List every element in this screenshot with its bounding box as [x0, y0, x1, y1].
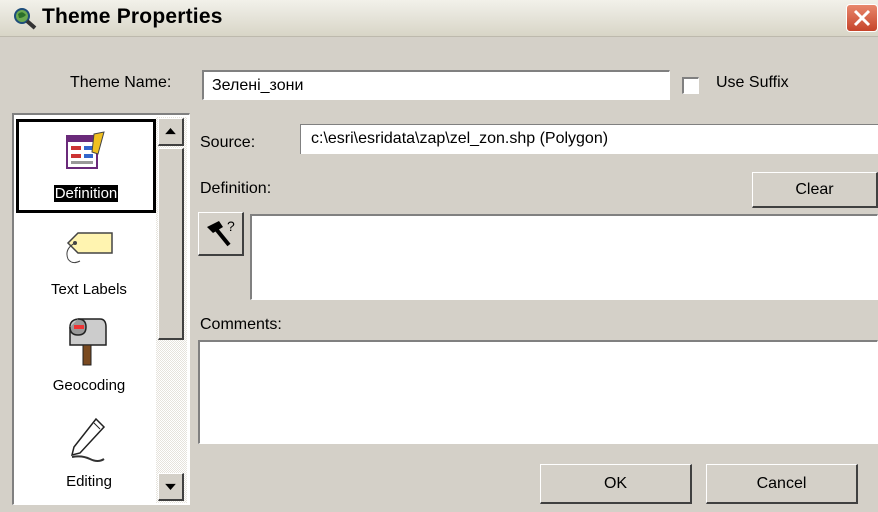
- theme-name-label: Theme Name:: [70, 74, 172, 91]
- category-label-editing: Editing: [66, 473, 112, 490]
- definition-icon: [66, 131, 105, 169]
- source-field: c:\esri\esridata\zap\zel_zon.shp (Polygo…: [300, 124, 878, 154]
- arrow-down-icon: [165, 483, 176, 491]
- arrow-up-icon: [165, 127, 176, 135]
- category-item-editing[interactable]: Editing: [14, 413, 164, 503]
- cancel-button-label: Cancel: [756, 475, 807, 492]
- category-item-text-labels[interactable]: Text Labels: [14, 221, 164, 305]
- scroll-thumb[interactable]: [158, 148, 184, 340]
- window-title: Theme Properties: [42, 5, 223, 28]
- source-label: Source:: [200, 134, 256, 151]
- hammer-question-icon: ?: [207, 218, 235, 247]
- comments-label: Comments:: [200, 316, 282, 333]
- tag-icon: [66, 232, 113, 264]
- close-button[interactable]: [846, 4, 878, 32]
- svg-text:?: ?: [227, 218, 235, 234]
- pencil-icon: [70, 417, 106, 462]
- theme-name-value: Зелені_зони: [212, 77, 304, 94]
- category-label-text-labels: Text Labels: [51, 281, 127, 298]
- scroll-up-button[interactable]: [158, 118, 184, 146]
- ok-button[interactable]: OK: [540, 464, 692, 504]
- clear-button-label: Clear: [795, 181, 834, 198]
- ok-button-label: OK: [603, 475, 628, 492]
- close-icon: [853, 9, 871, 27]
- use-suffix-checkbox[interactable]: [682, 77, 699, 94]
- category-item-definition[interactable]: Definition: [16, 119, 156, 213]
- category-label-geocoding: Geocoding: [52, 377, 126, 394]
- use-suffix-label: Use Suffix: [716, 74, 789, 91]
- category-item-geocoding[interactable]: Geocoding: [14, 311, 164, 407]
- source-value: c:\esri\esridata\zap\zel_zon.shp (Polygo…: [311, 130, 609, 147]
- title-bar[interactable]: Theme Properties: [0, 0, 878, 37]
- theme-name-input[interactable]: Зелені_зони: [202, 70, 670, 100]
- clear-button[interactable]: Clear: [752, 172, 878, 208]
- mailbox-icon: [69, 318, 107, 366]
- query-builder-button[interactable]: ?: [198, 212, 244, 256]
- magnifier-globe-icon: [12, 6, 38, 30]
- scroll-down-button[interactable]: [158, 473, 184, 501]
- cancel-button[interactable]: Cancel: [706, 464, 858, 504]
- category-label-definition: Definition: [53, 185, 119, 202]
- comments-textarea[interactable]: [198, 340, 878, 444]
- definition-label: Definition:: [200, 180, 272, 197]
- definition-textarea[interactable]: [250, 214, 878, 300]
